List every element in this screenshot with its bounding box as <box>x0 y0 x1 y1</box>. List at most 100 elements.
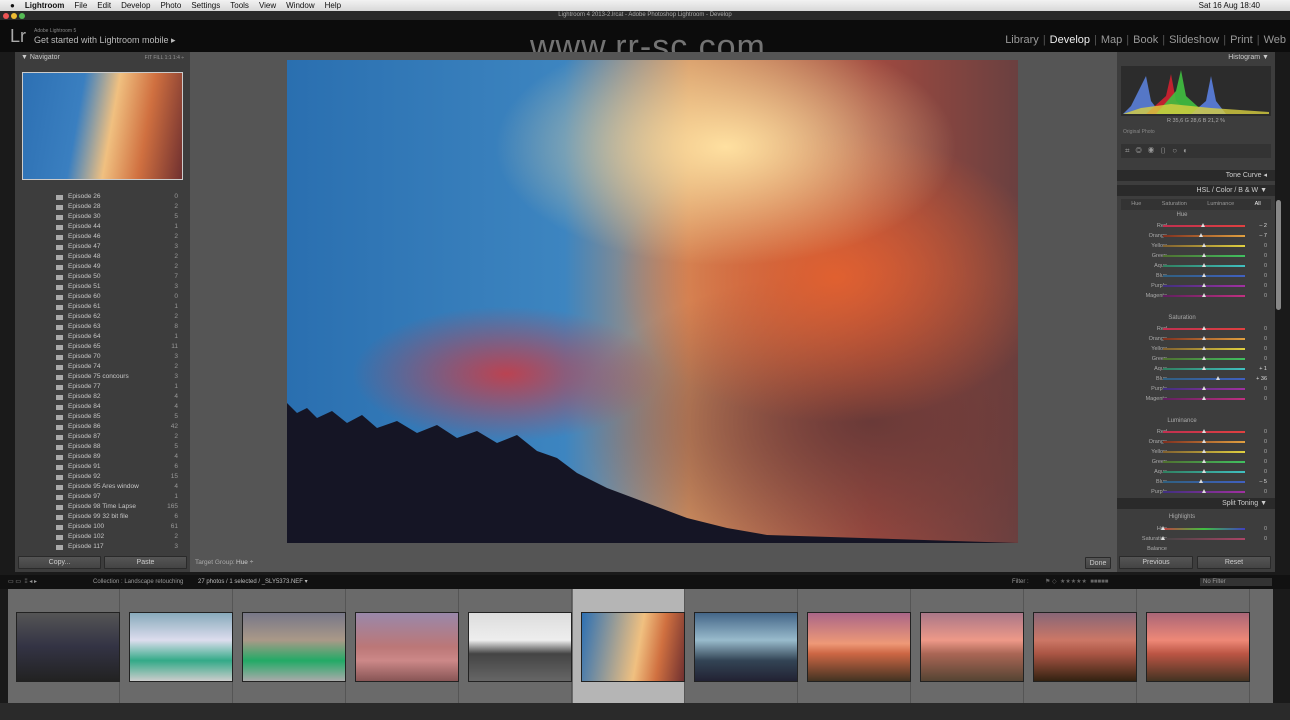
slider-thumb[interactable] <box>1201 366 1206 370</box>
folder-item[interactable]: Episode 74 2 <box>15 362 190 372</box>
folder-item[interactable]: Episode 92 15 <box>15 472 190 482</box>
folder-item[interactable]: Episode 95 Ares window 4 <box>15 482 190 492</box>
folder-item[interactable]: Episode 100 61 <box>15 522 190 532</box>
apple-icon[interactable]: ● <box>10 1 15 10</box>
folder-item[interactable]: Episode 64 1 <box>15 332 190 342</box>
paste-button[interactable]: Paste <box>104 556 187 569</box>
menu-help[interactable]: Help <box>325 1 341 10</box>
slider-thumb[interactable] <box>1201 469 1206 473</box>
slider-value[interactable]: 0 <box>1264 346 1267 352</box>
slider-thumb[interactable] <box>1201 243 1206 247</box>
menu-develop[interactable]: Develop <box>121 1 150 10</box>
folder-item[interactable]: Episode 60 0 <box>15 292 190 302</box>
slider-value[interactable]: 0 <box>1264 253 1267 259</box>
tool-strip[interactable]: ⌗◎◉▯○◐ <box>1121 144 1271 158</box>
folder-item[interactable]: Episode 48 2 <box>15 252 190 262</box>
filmstrip-thumbnail[interactable] <box>1033 612 1137 682</box>
slider-orange[interactable]: Orange 0 <box>1117 334 1275 344</box>
folder-item[interactable]: Episode 49 2 <box>15 262 190 272</box>
crop-icon[interactable]: ⌗ <box>1125 146 1136 155</box>
slider-value[interactable]: 0 <box>1264 469 1267 475</box>
filmstrip-thumbnail[interactable] <box>468 612 572 682</box>
tab-saturation[interactable]: Saturation <box>1162 199 1187 210</box>
filmstrip-thumbnail[interactable] <box>920 612 1024 682</box>
folder-item[interactable]: Episode 117 3 <box>15 542 190 552</box>
minimize-button[interactable] <box>11 12 17 19</box>
slider-value[interactable]: – 7 <box>1259 233 1267 239</box>
slider-orange[interactable]: Orange – 7 <box>1117 231 1275 241</box>
slider-thumb[interactable] <box>1201 386 1206 390</box>
slider-thumb[interactable] <box>1201 489 1206 493</box>
slider-aqua[interactable]: Aqua 0 <box>1117 467 1275 477</box>
folder-item[interactable]: Episode 47 3 <box>15 242 190 252</box>
filmstrip-thumbnail[interactable] <box>16 612 120 682</box>
module-slideshow[interactable]: Slideshow <box>1169 34 1219 46</box>
folder-item[interactable]: Episode 102 2 <box>15 532 190 542</box>
folder-item[interactable]: Episode 99 32 bit file 6 <box>15 512 190 522</box>
filmstrip-cell[interactable] <box>121 589 233 703</box>
slider-track[interactable] <box>1163 538 1245 540</box>
slider-saturation[interactable]: Saturation 0 <box>1117 534 1275 544</box>
slider-track[interactable] <box>1163 528 1245 530</box>
menu-photo[interactable]: Photo <box>160 1 181 10</box>
target-group-select[interactable]: Hue ÷ <box>236 555 253 571</box>
slider-thumb[interactable] <box>1201 263 1206 267</box>
slider-thumb[interactable] <box>1200 223 1205 227</box>
slider-blue[interactable]: Blue + 36 <box>1117 374 1275 384</box>
slider-thumb[interactable] <box>1216 376 1221 380</box>
slider-blue[interactable]: Blue – 5 <box>1117 477 1275 487</box>
slider-value[interactable]: 0 <box>1264 429 1267 435</box>
slider-thumb[interactable] <box>1201 396 1206 400</box>
slider-value[interactable]: 0 <box>1264 526 1267 532</box>
slider-value[interactable]: 0 <box>1264 263 1267 269</box>
tab-hue[interactable]: Hue <box>1131 199 1141 210</box>
folder-item[interactable]: Episode 84 4 <box>15 402 190 412</box>
slider-thumb[interactable] <box>1201 283 1206 287</box>
spot-removal-icon[interactable]: ◎ <box>1136 146 1148 155</box>
tab-all[interactable]: All <box>1255 199 1261 210</box>
zoom-options[interactable]: FIT FILL 1:1 1:4 ÷ <box>145 52 184 64</box>
filmstrip-thumbnail[interactable] <box>1146 612 1250 682</box>
slider-value[interactable]: 0 <box>1264 386 1267 392</box>
slider-purple[interactable]: Purple 0 <box>1117 487 1275 497</box>
slider-thumb[interactable] <box>1201 449 1206 453</box>
slider-blue[interactable]: Blue 0 <box>1117 271 1275 281</box>
module-print[interactable]: Print <box>1230 34 1253 46</box>
slider-magenta[interactable]: Magenta0 <box>1117 394 1275 404</box>
tab-luminance[interactable]: Luminance <box>1207 199 1234 210</box>
histogram-header[interactable]: Histogram ▼ <box>1117 52 1275 64</box>
folder-item[interactable]: Episode 26 0 <box>15 192 190 202</box>
slider-thumb[interactable] <box>1201 346 1206 350</box>
filmstrip-cell[interactable] <box>799 589 911 703</box>
slider-value[interactable]: 0 <box>1264 536 1267 542</box>
folder-item[interactable]: Episode 98 Time Lapse 165 <box>15 502 190 512</box>
slider-thumb[interactable] <box>1199 479 1204 483</box>
menu-file[interactable]: File <box>74 1 87 10</box>
slider-thumb[interactable] <box>1160 526 1165 530</box>
slider-value[interactable]: 0 <box>1264 459 1267 465</box>
slider-red[interactable]: Red 0 <box>1117 427 1275 437</box>
done-button[interactable]: Done <box>1085 557 1111 569</box>
right-panel-scrollbar[interactable] <box>1276 200 1281 310</box>
slider-value[interactable]: 0 <box>1264 273 1267 279</box>
menu-tools[interactable]: Tools <box>230 1 249 10</box>
slider-value[interactable]: 0 <box>1264 326 1267 332</box>
folder-item[interactable]: Episode 91 6 <box>15 462 190 472</box>
menu-settings[interactable]: Settings <box>191 1 220 10</box>
slider-value[interactable]: 0 <box>1264 293 1267 299</box>
slider-value[interactable]: + 1 <box>1259 366 1267 372</box>
red-eye-icon[interactable]: ◉ <box>1148 146 1160 155</box>
filmstrip-cell[interactable] <box>460 589 572 703</box>
folder-item[interactable]: Episode 70 3 <box>15 352 190 362</box>
slider-value[interactable]: 0 <box>1264 283 1267 289</box>
slider-balance[interactable]: Balance <box>1117 544 1275 554</box>
previous-button[interactable]: Previous <box>1119 556 1193 569</box>
close-button[interactable] <box>3 12 9 19</box>
folder-item[interactable]: Episode 65 11 <box>15 342 190 352</box>
slider-value[interactable]: + 36 <box>1256 376 1267 382</box>
folder-item[interactable]: Episode 88 5 <box>15 442 190 452</box>
folder-item[interactable]: Episode 85 5 <box>15 412 190 422</box>
folder-item[interactable]: Episode 63 8 <box>15 322 190 332</box>
module-web[interactable]: Web <box>1264 34 1286 46</box>
slider-value[interactable]: 0 <box>1264 336 1267 342</box>
